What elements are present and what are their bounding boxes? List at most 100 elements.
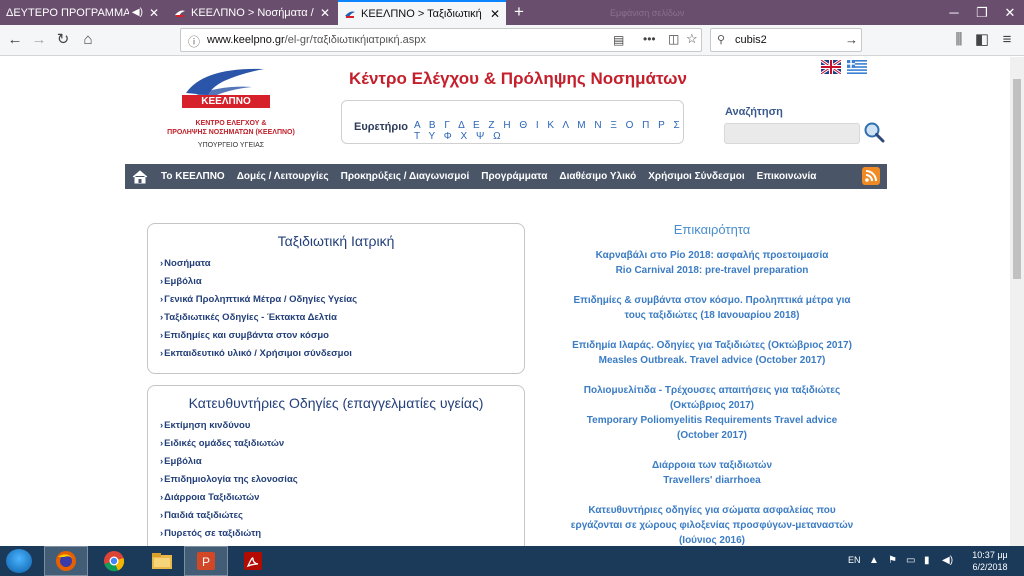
menu-item[interactable]: Δομές / Λειτουργίες bbox=[231, 171, 335, 182]
navigation-toolbar: ← → ↻ ⌂ ⓘ www.keelpno.gr/el-gr/ταξιδιωτι… bbox=[0, 25, 1024, 56]
index-letters[interactable]: Α Β Γ Δ Ε Ζ Η Θ Ι Κ Λ Μ Ν Ξ Ο Π Ρ Σ Τ Υ … bbox=[414, 120, 683, 142]
tab-keelpno-diseases[interactable]: ΚΕΕΛΠΝΟ > Νοσήματα / Θέμα ✕ bbox=[168, 0, 336, 25]
search-icon: ⚲ bbox=[717, 34, 726, 46]
page-scrollbar[interactable] bbox=[1010, 57, 1024, 546]
info-icon[interactable]: ⓘ bbox=[188, 33, 200, 50]
close-window-button[interactable]: ✕ bbox=[996, 0, 1024, 25]
faint-overlay-text: Εμφάνιση σελίδων bbox=[610, 8, 685, 18]
speaker-icon[interactable]: ◀) bbox=[132, 7, 143, 18]
url-path: /el-gr/ταξιδιωτικήιατρική.aspx bbox=[284, 34, 426, 46]
list-item[interactable]: Πυρετός σε ταξιδιώτη bbox=[160, 525, 524, 543]
search-bar[interactable]: ⚲ cubis2 → bbox=[710, 28, 862, 52]
explorer-taskbar-button[interactable] bbox=[140, 546, 184, 576]
menu-item[interactable]: Χρήσιμοι Σύνδεσμοι bbox=[642, 171, 750, 182]
minimize-button[interactable]: ─ bbox=[940, 0, 968, 25]
keelpno-favicon-icon bbox=[174, 8, 186, 18]
acrobat-taskbar-button[interactable] bbox=[231, 546, 275, 576]
clock[interactable]: 10:37 μμ 6/2/2018 bbox=[968, 549, 1012, 573]
news-item[interactable]: Καρναβάλι στο Ρίο 2018: ασφαλής προετοιμ… bbox=[567, 248, 857, 278]
chrome-taskbar-button[interactable] bbox=[92, 546, 136, 576]
sidebar-icon[interactable]: ◧ bbox=[971, 30, 993, 50]
reload-icon[interactable]: ↻ bbox=[52, 30, 74, 50]
rss-icon[interactable] bbox=[862, 167, 880, 185]
logo-subtitle-line1: ΚΕΝΤΡΟ ΕΛΕΓΧΟΥ & bbox=[195, 120, 267, 127]
language-indicator[interactable]: EN bbox=[848, 555, 861, 565]
tab-ert[interactable]: ΔΕΥΤΕΡΟ ΠΡΟΓΡΑΜΜΑ | ΕΡΤ W ◀) ✕ bbox=[0, 0, 165, 25]
menu-item[interactable]: Το ΚΕΕΛΠΝΟ bbox=[155, 171, 231, 182]
close-icon[interactable]: ✕ bbox=[490, 7, 500, 21]
powerpoint-taskbar-button[interactable]: P bbox=[184, 546, 228, 576]
library-icon[interactable]: ⫼ bbox=[948, 30, 970, 50]
news-item[interactable]: Διάρροια των ταξιδιωτών Travellers' diar… bbox=[567, 458, 857, 488]
new-tab-button[interactable]: + bbox=[509, 2, 529, 22]
list-item[interactable]: Εκπαιδευτικό υλικό / Χρήσιμοι σύνδεσμοι bbox=[160, 345, 524, 363]
menu-item[interactable]: Προγράμματα bbox=[475, 171, 553, 182]
home-icon[interactable]: ⌂ bbox=[77, 30, 99, 50]
maximize-button[interactable]: ❐ bbox=[968, 0, 996, 25]
display-tray-icon[interactable]: ▭ bbox=[906, 555, 915, 566]
news-item[interactable]: Πολιομυελίτιδα - Τρέχουσες απαιτήσεις γι… bbox=[567, 383, 857, 443]
list-item[interactable]: Επιδημίες και συμβάντα στον κόσμο bbox=[160, 327, 524, 345]
flag-tray-icon[interactable]: ⚑ bbox=[888, 555, 897, 566]
list-item[interactable]: Επιδημιολογία της ελονοσίας bbox=[160, 471, 524, 489]
start-button[interactable] bbox=[6, 549, 32, 573]
list-item[interactable]: Εμβόλια bbox=[160, 453, 524, 471]
url-text[interactable]: www.keelpno.gr/el-gr/ταξιδιωτικήιατρική.… bbox=[207, 34, 426, 46]
firefox-taskbar-button[interactable] bbox=[44, 546, 88, 576]
pocket-icon[interactable]: ◫ bbox=[668, 32, 679, 46]
travel-medicine-box: Ταξιδιωτική Ιατρική Νοσήματα Εμβόλια Γεν… bbox=[147, 223, 525, 374]
logo-ministry: ΥΠΟΥΡΓΕΙΟ ΥΓΕΙΑΣ bbox=[197, 142, 265, 149]
search-go-arrow-icon[interactable]: → bbox=[845, 32, 858, 47]
greek-flag-icon[interactable] bbox=[847, 60, 867, 74]
network-tray-icon[interactable]: ▮ bbox=[924, 555, 930, 566]
chrome-icon bbox=[104, 551, 125, 572]
main-menu: Το ΚΕΕΛΠΝΟ Δομές / Λειτουργίες Προκηρύξε… bbox=[125, 164, 887, 189]
list-item[interactable]: Παιδιά ταξιδιώτες bbox=[160, 507, 524, 525]
menu-item[interactable]: Προκηρύξεις / Διαγωνισμοί bbox=[335, 171, 476, 182]
scrollbar-thumb[interactable] bbox=[1013, 79, 1021, 279]
list-item[interactable]: Εκτίμηση κινδύνου bbox=[160, 417, 524, 435]
firefox-icon bbox=[56, 551, 76, 571]
magnifier-icon[interactable] bbox=[863, 121, 885, 143]
site-search-label: Αναζήτηση bbox=[725, 106, 783, 118]
tab-keelpno-travel[interactable]: ΚΕΕΛΠΝΟ > Ταξιδιωτική ιατρική ✕ bbox=[338, 0, 506, 26]
list-item[interactable]: Εμβόλια bbox=[160, 273, 524, 291]
list-item[interactable]: Γενικά Προληπτικά Μέτρα / Οδηγίες Υγείας bbox=[160, 291, 524, 309]
back-icon[interactable]: ← bbox=[4, 30, 26, 50]
list-item[interactable]: Ειδικές ομάδες ταξιδιωτών bbox=[160, 435, 524, 453]
url-bar[interactable]: ⓘ www.keelpno.gr/el-gr/ταξιδιωτικήιατρικ… bbox=[180, 28, 702, 52]
close-icon[interactable]: ✕ bbox=[320, 6, 330, 20]
web-page: ΚΕΕΛΠΝΟ ΚΕΝΤΡΟ ΕΛΕΓΧΟΥ & ΠΡΟΛΗΨΗΣ ΝΟΣΗΜΑ… bbox=[0, 57, 1010, 546]
list-item[interactable]: Διάρροια Ταξιδιωτών bbox=[160, 489, 524, 507]
list-item[interactable]: Ταξιδιωτικές Οδηγίες - Έκτακτα Δελτία bbox=[160, 309, 524, 327]
folder-icon bbox=[152, 553, 172, 569]
box-title: Κατευθυντήριες Οδηγίες (επαγγελματίες υγ… bbox=[188, 395, 484, 411]
tab-title: ΚΕΕΛΠΝΟ > Νοσήματα / Θέμα bbox=[191, 6, 314, 19]
menu-icon[interactable]: ≡ bbox=[996, 30, 1018, 50]
alphabet-index: Ευρετήριο Α Β Γ Δ Ε Ζ Η Θ Ι Κ Λ Μ Ν Ξ Ο … bbox=[341, 100, 684, 144]
news-column: Επικαιρότητα Καρναβάλι στο Ρίο 2018: ασφ… bbox=[567, 222, 857, 546]
keelpno-favicon-icon bbox=[344, 9, 356, 19]
list-item[interactable]: Νοσήματα bbox=[160, 255, 524, 273]
home-menu-icon[interactable] bbox=[125, 164, 155, 189]
guidelines-box: Κατευθυντήριες Οδηγίες (επαγγελματίες υγ… bbox=[147, 385, 525, 546]
page-actions-icon[interactable]: ••• bbox=[643, 32, 656, 46]
menu-item[interactable]: Επικοινωνία bbox=[751, 171, 823, 182]
volume-tray-icon[interactable]: ◀) bbox=[942, 555, 953, 566]
news-item[interactable]: Επιδημίες & συμβάντα στον κόσμο. Προληπτ… bbox=[567, 293, 857, 323]
tab-title: ΚΕΕΛΠΝΟ > Ταξιδιωτική ιατρική bbox=[361, 8, 484, 20]
svg-text:P: P bbox=[202, 555, 210, 569]
tab-title: ΔΕΥΤΕΡΟ ΠΡΟΓΡΑΜΜΑ | ΕΡΤ W bbox=[6, 6, 129, 19]
news-item[interactable]: Επιδημία Ιλαράς. Οδηγίες για Ταξιδιώτες … bbox=[567, 338, 857, 368]
uk-flag-icon[interactable] bbox=[821, 60, 841, 74]
reader-view-icon[interactable]: ▤ bbox=[613, 33, 624, 47]
url-host: www.keelpno.gr bbox=[207, 34, 285, 46]
menu-item[interactable]: Διαθέσιμο Υλικό bbox=[553, 171, 642, 182]
close-icon[interactable]: ✕ bbox=[149, 6, 159, 20]
news-item[interactable]: Κατευθυντήριες οδηγίες για σώματα ασφαλε… bbox=[567, 503, 857, 546]
forward-icon[interactable]: → bbox=[28, 30, 50, 50]
screen: ΔΕΥΤΕΡΟ ΠΡΟΓΡΑΜΜΑ | ΕΡΤ W ◀) ✕ ΚΕΕΛΠΝΟ >… bbox=[0, 0, 1024, 576]
site-search-input[interactable] bbox=[724, 123, 860, 144]
tray-expand-icon[interactable]: ▲ bbox=[869, 555, 879, 566]
bookmark-star-icon[interactable]: ☆ bbox=[686, 31, 698, 47]
